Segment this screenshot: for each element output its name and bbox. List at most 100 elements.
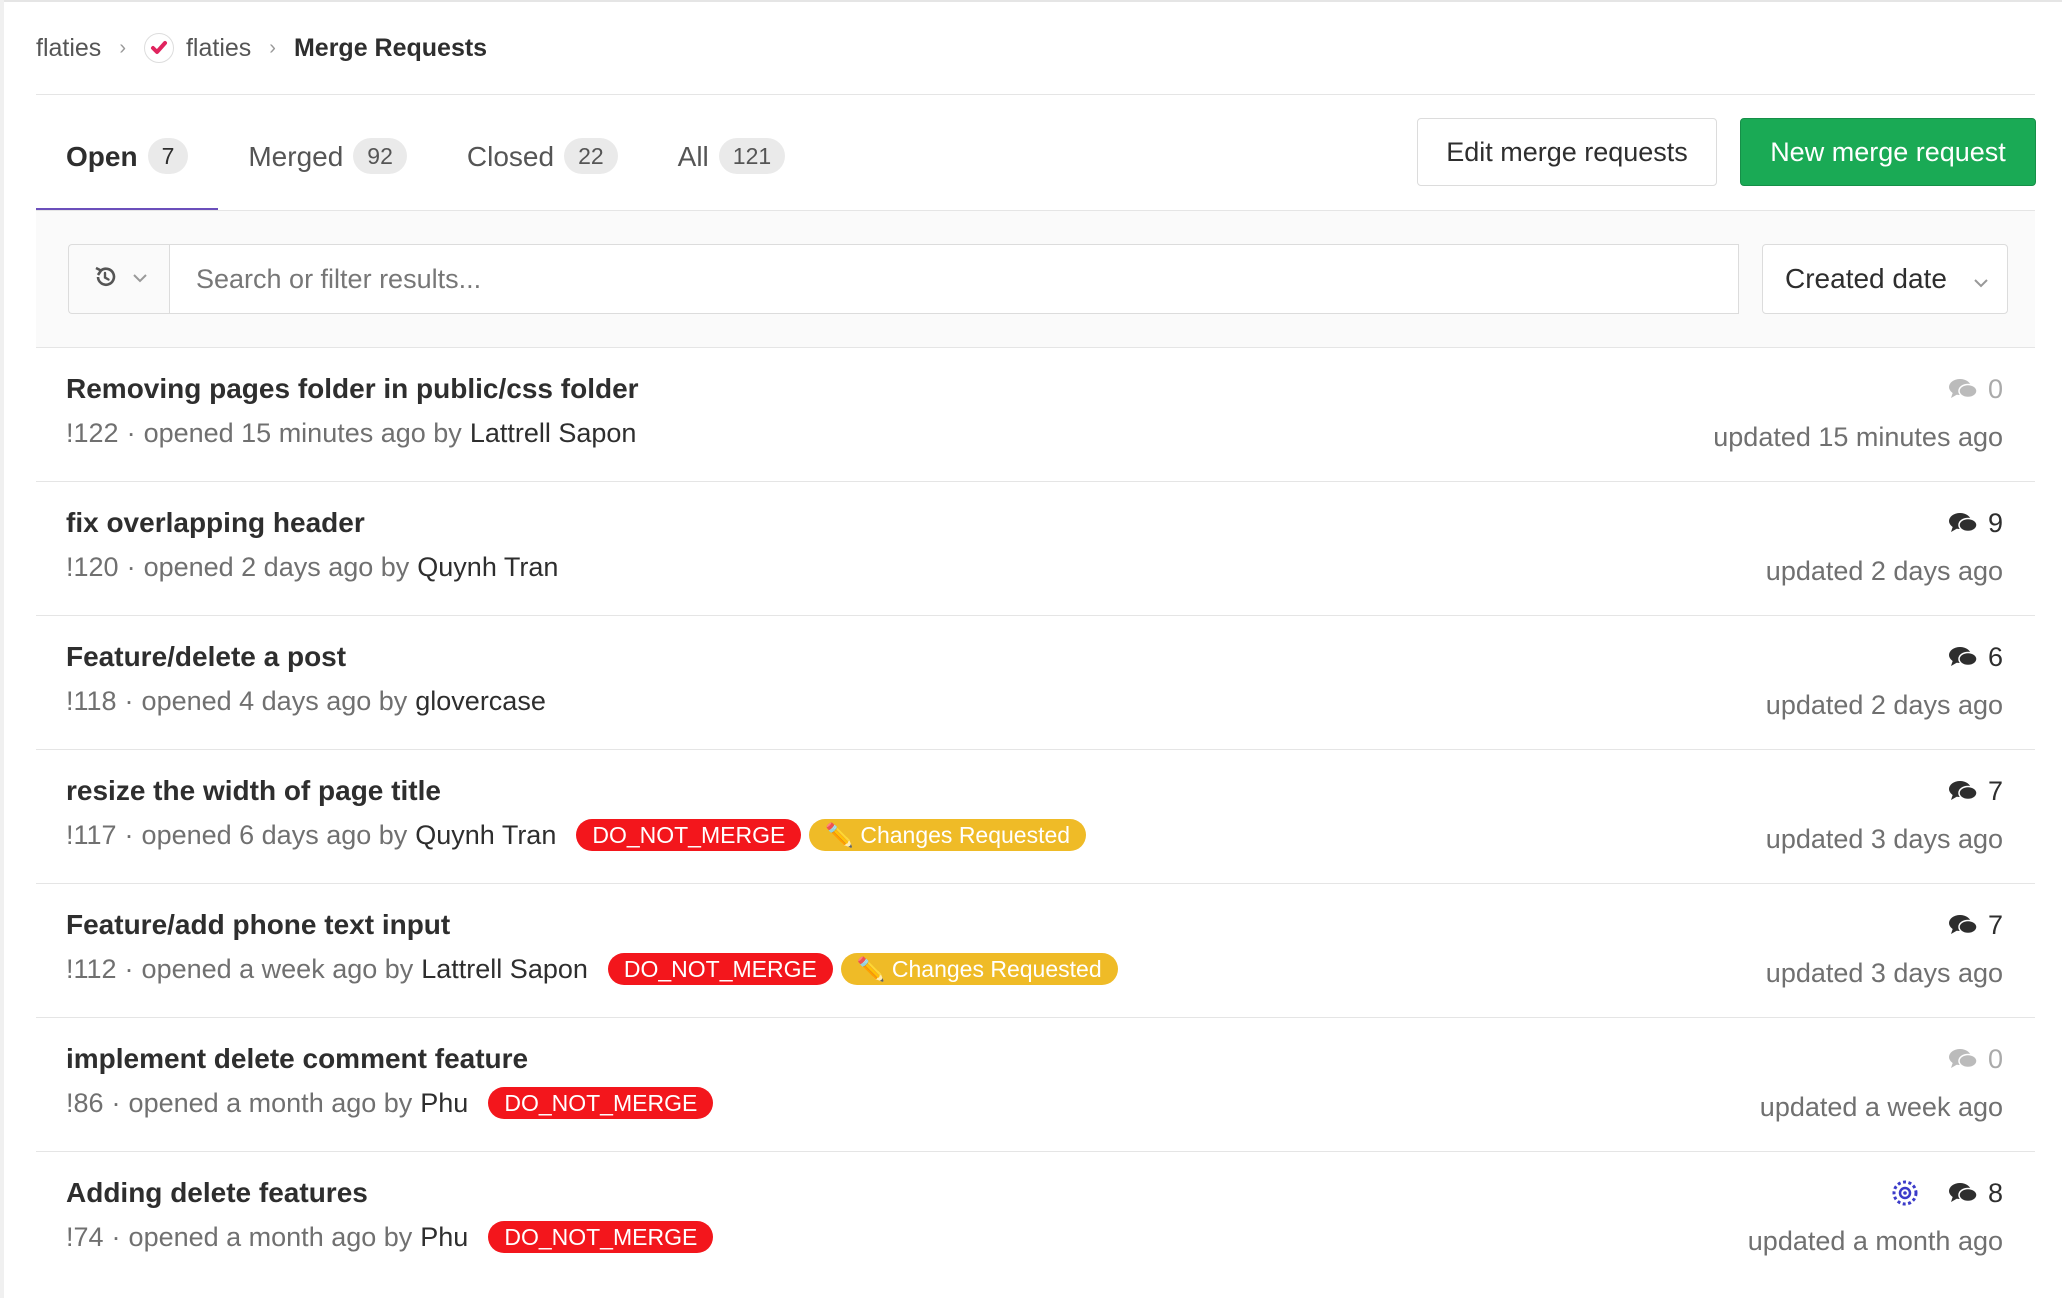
- mr-meta: !117 · opened 6 days ago by Quynh Tran DO…: [66, 818, 1087, 852]
- edit-merge-requests-button[interactable]: Edit merge requests: [1417, 118, 1717, 186]
- mr-updated: updated 3 days ago: [1765, 824, 2003, 854]
- mr-title-link[interactable]: Adding delete features: [66, 1176, 368, 1210]
- label-do-not-merge[interactable]: DO_NOT_MERGE: [488, 1087, 714, 1119]
- author-link[interactable]: Lattrell Sapon: [421, 952, 588, 986]
- mr-iid: !118: [66, 686, 117, 716]
- count-badge: 121: [718, 138, 786, 174]
- count-badge: 92: [353, 138, 407, 174]
- comments-count[interactable]: 6: [1948, 640, 2003, 674]
- author-link[interactable]: Lattrell Sapon: [470, 416, 637, 450]
- divider: [36, 94, 2035, 95]
- new-merge-request-button[interactable]: New merge request: [1740, 118, 2036, 186]
- comments-count[interactable]: 7: [1948, 774, 2003, 808]
- comments-icon: [1948, 915, 1978, 935]
- list-item: Adding delete features !74 · opened a mon…: [36, 1152, 2035, 1286]
- mr-updated: updated 3 days ago: [1765, 958, 2003, 988]
- label-do-not-merge[interactable]: DO_NOT_MERGE: [576, 819, 802, 851]
- label-changes-requested[interactable]: ✏️ Changes Requested: [840, 953, 1118, 985]
- list-item: Removing pages folder in public/css fold…: [36, 348, 2035, 482]
- mr-meta: !74 · opened a month ago by Phu DO_NOT_ME…: [66, 1220, 714, 1254]
- search-input[interactable]: [169, 244, 1739, 314]
- comments-count[interactable]: 9: [1948, 506, 2003, 540]
- mr-updated: updated 2 days ago: [1765, 556, 2003, 586]
- mr-title-link[interactable]: fix overlapping header: [66, 506, 365, 540]
- tab-closed[interactable]: Closed 22: [437, 120, 648, 212]
- tab-label: Merged: [248, 141, 344, 172]
- mr-iid: !112: [66, 954, 117, 984]
- comments-icon: [1948, 1049, 1978, 1069]
- comments-count[interactable]: 7: [1948, 908, 2003, 942]
- mr-meta: !112 · opened a week ago by Lattrell Sapo…: [66, 952, 1118, 986]
- label-do-not-merge[interactable]: DO_NOT_MERGE: [488, 1221, 714, 1253]
- comments-count[interactable]: 0: [1948, 1042, 2003, 1076]
- comments-count[interactable]: 0: [1948, 372, 2003, 406]
- mr-iid: !122: [66, 418, 119, 448]
- breadcrumb-project[interactable]: flaties: [186, 34, 251, 63]
- tab-label: All: [677, 141, 709, 172]
- mr-iid: !74: [66, 1222, 104, 1252]
- list-item: implement delete comment feature !86 · op…: [36, 1018, 2035, 1152]
- mr-opened: opened a month ago by: [128, 1088, 413, 1118]
- list-item: fix overlapping header !120 · opened 2 da…: [36, 482, 2035, 616]
- mr-updated: updated a month ago: [1747, 1226, 2003, 1256]
- sort-label: Created date: [1785, 263, 1947, 294]
- list-item: resize the width of page title !117 · ope…: [36, 750, 2035, 884]
- chevron-down-icon: [132, 270, 148, 288]
- count-badge: 22: [564, 138, 618, 174]
- mr-updated: updated a week ago: [1759, 1092, 2003, 1122]
- merge-request-list: Removing pages folder in public/css fold…: [36, 348, 2035, 1286]
- breadcrumb-group[interactable]: flaties: [36, 34, 101, 63]
- mr-title-link[interactable]: Removing pages folder in public/css fold…: [66, 372, 639, 406]
- mr-opened: opened 6 days ago by: [141, 820, 408, 850]
- breadcrumb-current[interactable]: Merge Requests: [294, 34, 487, 63]
- tab-label: Open: [66, 141, 138, 172]
- comments-icon: [1948, 781, 1978, 801]
- mr-iid: !120: [66, 552, 119, 582]
- mr-opened: opened 4 days ago by: [141, 686, 408, 716]
- list-item: Feature/add phone text input !112 · opene…: [36, 884, 2035, 1018]
- mr-meta: !118 · opened 4 days ago by glovercase: [66, 684, 546, 718]
- tab-open[interactable]: Open 7: [36, 120, 219, 212]
- chevron-right-icon: ›: [119, 36, 126, 59]
- chevron-right-icon: ›: [269, 36, 276, 59]
- mr-title-link[interactable]: Feature/add phone text input: [66, 908, 450, 942]
- state-tabs: Open 7 Merged 92 Closed 22 All 121: [36, 120, 815, 212]
- author-link[interactable]: glovercase: [415, 684, 546, 718]
- recent-searches-dropdown[interactable]: [68, 244, 170, 314]
- label-changes-requested[interactable]: ✏️ Changes Requested: [809, 819, 1087, 851]
- author-link[interactable]: Phu: [420, 1220, 468, 1254]
- pipeline-status-icon[interactable]: [1890, 1178, 1920, 1208]
- mr-iid: !117: [66, 820, 117, 850]
- comments-icon: [1948, 647, 1978, 667]
- mr-opened: opened a week ago by: [141, 954, 414, 984]
- author-link[interactable]: Phu: [420, 1086, 468, 1120]
- list-item: Feature/delete a post !118 · opened 4 day…: [36, 616, 2035, 750]
- comments-icon: [1948, 1183, 1978, 1203]
- history-icon: [92, 264, 118, 295]
- comments-count[interactable]: 8: [1890, 1176, 2003, 1210]
- mr-meta: !86 · opened a month ago by Phu DO_NOT_ME…: [66, 1086, 714, 1120]
- comments-icon: [1948, 379, 1978, 399]
- tab-label: Closed: [466, 141, 555, 172]
- filter-bar: Created date: [36, 211, 2035, 348]
- mr-opened: opened 2 days ago by: [143, 552, 410, 582]
- window-top-border: [0, 0, 2062, 2]
- mr-meta: !120 · opened 2 days ago by Quynh Tran: [66, 550, 559, 584]
- mr-title-link[interactable]: implement delete comment feature: [66, 1042, 528, 1076]
- mr-iid: !86: [66, 1088, 104, 1118]
- comments-icon: [1948, 513, 1978, 533]
- author-link[interactable]: Quynh Tran: [415, 818, 556, 852]
- breadcrumb: flaties › flaties › Merge Requests: [36, 30, 487, 66]
- author-link[interactable]: Quynh Tran: [417, 550, 558, 584]
- window-left-border: [0, 0, 4, 1298]
- tab-all[interactable]: All 121: [648, 120, 816, 212]
- label-do-not-merge[interactable]: DO_NOT_MERGE: [607, 953, 833, 985]
- mr-title-link[interactable]: Feature/delete a post: [66, 640, 346, 674]
- mr-title-link[interactable]: resize the width of page title: [66, 774, 441, 808]
- chevron-down-icon: [1973, 263, 1989, 295]
- mr-opened: opened a month ago by: [128, 1222, 413, 1252]
- mr-meta: !122 · opened 15 minutes ago by Lattrell …: [66, 416, 637, 450]
- project-avatar-icon[interactable]: [143, 33, 174, 63]
- sort-dropdown[interactable]: Created date: [1762, 244, 2008, 314]
- tab-merged[interactable]: Merged 92: [218, 120, 437, 212]
